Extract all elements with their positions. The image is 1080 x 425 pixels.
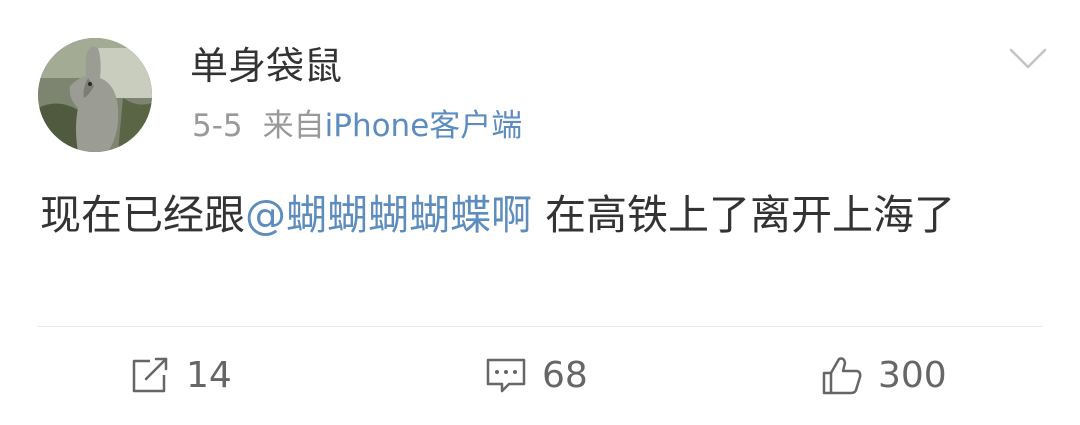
mention-link[interactable]: @蝴蝴蝴蝴蝶啊 — [245, 191, 532, 239]
comment-button[interactable]: 68 — [484, 350, 588, 400]
repost-button[interactable]: 14 — [128, 350, 232, 400]
comment-icon — [484, 353, 528, 397]
post-meta: 5-5 来自iPhone客户端 — [192, 104, 522, 148]
post-source-app[interactable]: iPhone客户端 — [325, 108, 523, 144]
repost-icon — [128, 353, 172, 397]
thumbs-up-icon — [820, 353, 864, 397]
post-text-after: 在高铁上了离开上海了 — [532, 191, 956, 239]
comment-count: 68 — [542, 354, 588, 396]
divider — [38, 326, 1042, 327]
post-text-before: 现在已经跟 — [40, 191, 245, 239]
avatar[interactable] — [38, 38, 152, 152]
chevron-down-icon[interactable] — [1008, 46, 1048, 72]
username[interactable]: 单身袋鼠 — [190, 40, 342, 92]
repost-count: 14 — [186, 354, 232, 396]
post-date: 5-5 — [192, 108, 243, 144]
post-source-prefix: 来自 — [262, 108, 325, 144]
post-text: 现在已经跟@蝴蝴蝴蝴蝶啊 在高铁上了离开上海了 — [40, 180, 1050, 250]
kangaroo-avatar-image — [38, 38, 152, 152]
like-button[interactable]: 300 — [820, 350, 947, 400]
like-count: 300 — [878, 354, 947, 396]
